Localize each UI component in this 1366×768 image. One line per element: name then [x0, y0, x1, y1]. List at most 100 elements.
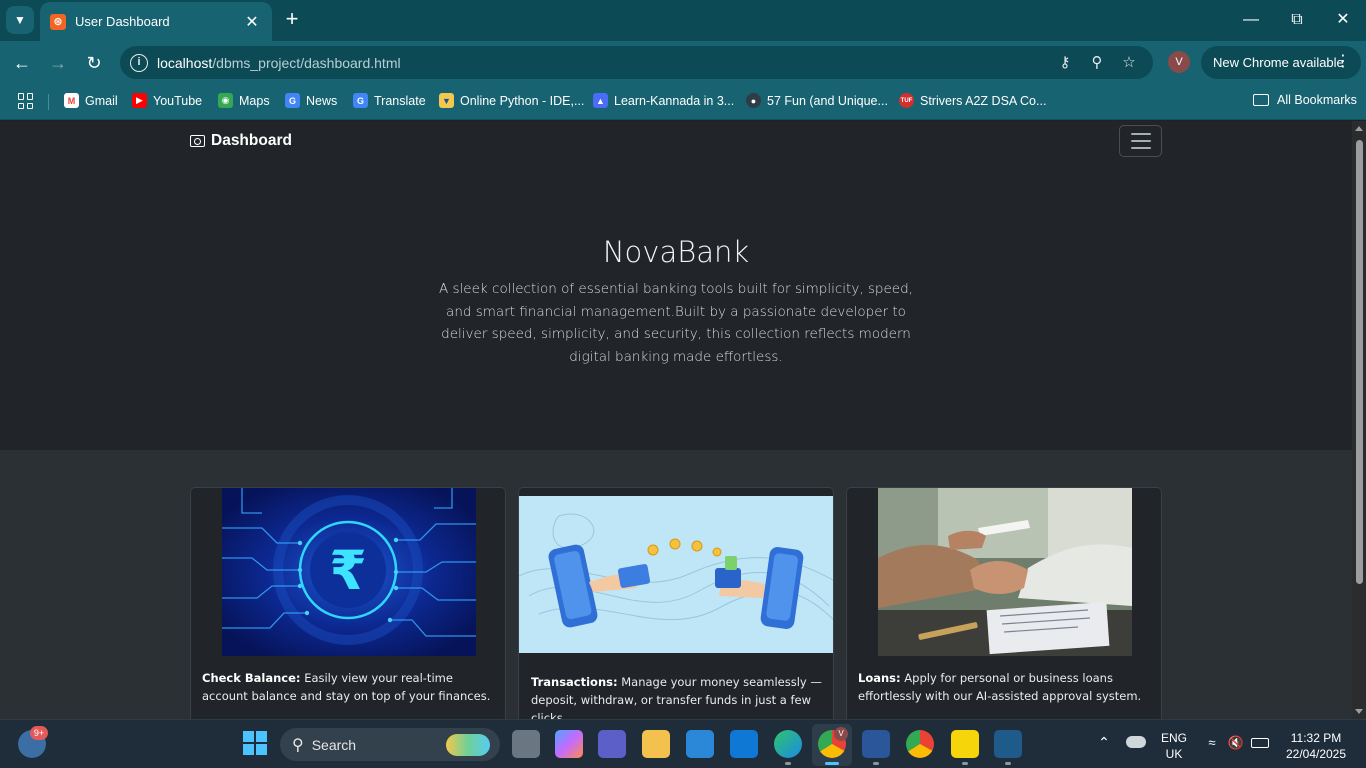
apps-grid-icon[interactable] [18, 93, 34, 109]
bookmark-label: Gmail [85, 93, 118, 108]
bookmark-label: News [306, 93, 338, 108]
onedrive-cloud-icon[interactable] [1126, 736, 1146, 748]
back-button[interactable]: ← [8, 49, 36, 77]
word-icon[interactable] [862, 730, 890, 758]
all-bookmarks-label: All Bookmarks [1277, 93, 1357, 107]
bookmark-label: Strivers A2Z DSA Co... [920, 93, 1047, 108]
youtube-icon: ▶ [132, 93, 147, 108]
menu-dots-icon[interactable]: ⋮ [1335, 53, 1351, 71]
restore-button[interactable]: ⧉ [1282, 8, 1312, 32]
bookmark-label: Translate [374, 93, 426, 108]
new-chrome-available-button[interactable]: New Chrome available ⋮ [1201, 46, 1361, 79]
camera-icon [190, 135, 205, 147]
forward-button[interactable]: → [44, 49, 72, 77]
bookmarks-divider [48, 94, 49, 110]
bookmark-star-icon[interactable]: ☆ [1119, 53, 1139, 73]
card-title: Check Balance: [202, 671, 301, 685]
hero-section: NovaBank A sleek collection of essential… [0, 161, 1352, 450]
zoom-icon[interactable]: ⚲ [1087, 53, 1107, 73]
navbar: Dashboard [0, 121, 1352, 161]
sticky-notes-icon[interactable] [951, 730, 979, 758]
wifi-icon[interactable]: ≈ [1203, 735, 1221, 751]
volume-muted-icon[interactable]: 🔇 [1227, 735, 1245, 751]
search-icon: ⚲ [292, 736, 304, 754]
handshake-image [878, 488, 1132, 656]
active-indicator [825, 762, 839, 765]
file-explorer-icon[interactable] [642, 730, 670, 758]
minimize-button[interactable]: — [1236, 8, 1266, 32]
close-tab-icon[interactable]: ✕ [242, 12, 262, 32]
copilot-icon[interactable] [555, 730, 583, 758]
new-tab-button[interactable]: + [280, 8, 304, 32]
profile-avatar[interactable]: V [1168, 51, 1190, 73]
card-transactions: Transactions: Manage your money seamless… [518, 487, 834, 719]
url-host: localhost [157, 54, 213, 71]
language-indicator[interactable]: ENG UK [1160, 730, 1188, 762]
phones-transfer-image [519, 496, 833, 653]
windows-start-icon[interactable] [242, 730, 270, 758]
bookmark-57-fun[interactable]: ● 57 Fun (and Unique... [746, 93, 888, 108]
running-indicator [785, 762, 791, 765]
running-indicator [962, 762, 968, 765]
tab-user-dashboard[interactable]: ⊛ User Dashboard ✕ [40, 2, 272, 41]
task-view-icon[interactable] [512, 730, 540, 758]
bookmark-gmail[interactable]: M Gmail [64, 93, 118, 108]
bookmarks-bar: M Gmail ▶ YouTube ◉ Maps G News G Transl… [0, 84, 1366, 120]
show-hidden-icons-chevron-icon[interactable]: ⌃ [1096, 734, 1112, 750]
site-info-icon[interactable]: i [130, 53, 148, 72]
running-indicator [873, 762, 879, 765]
tab-strip: ▼ ⊛ User Dashboard ✕ + — ⧉ ✕ [0, 0, 1366, 41]
mail-icon[interactable] [730, 730, 758, 758]
tab-title: User Dashboard [75, 14, 170, 29]
language-label: ENG [1160, 731, 1187, 745]
address-bar[interactable]: i localhost/dbms_project/dashboard.html … [120, 46, 1153, 79]
scroll-up-icon[interactable] [1355, 126, 1363, 131]
xampp-favicon-icon: ⊛ [50, 13, 66, 30]
navbar-brand[interactable]: Dashboard [190, 132, 292, 150]
news-icon: G [285, 93, 300, 108]
battery-icon[interactable] [1251, 738, 1269, 748]
scroll-thumb[interactable] [1356, 140, 1363, 584]
windows-taskbar: 9+ ⚲ Search V ⌃ ENG UK ≈ 🔇 11:32 PM 22/0… [0, 719, 1366, 768]
card-loans: Loans: Apply for personal or business lo… [846, 487, 1162, 719]
scroll-down-icon[interactable] [1355, 709, 1363, 714]
bookmark-label: Learn-Kannada in 3... [614, 93, 735, 108]
update-label: New Chrome available [1213, 55, 1344, 70]
hero-title: NovaBank [602, 235, 750, 269]
reload-button[interactable]: ↻ [80, 49, 108, 77]
bookmark-label: YouTube [153, 93, 203, 108]
card-title: Transactions: [531, 675, 618, 689]
bookmark-translate[interactable]: G Translate [353, 93, 426, 108]
python-icon: ▼ [439, 93, 454, 108]
maps-icon: ◉ [218, 93, 233, 108]
tab-search-button[interactable]: ▼ [6, 6, 34, 34]
navbar-toggler-button[interactable] [1119, 125, 1162, 157]
bookmark-youtube[interactable]: ▶ YouTube [132, 93, 202, 108]
browser-toolbar: ← → ↻ i localhost/dbms_project/dashboard… [0, 41, 1366, 84]
region-label: UK [1165, 747, 1183, 761]
kannada-icon: ▲ [593, 93, 608, 108]
bookmark-strivers[interactable]: TUF Strivers A2Z DSA Co... [899, 93, 1046, 108]
bookmark-maps[interactable]: ◉ Maps [218, 93, 270, 108]
teams-icon[interactable] [598, 730, 626, 758]
clock[interactable]: 11:32 PM 22/04/2025 [1280, 730, 1352, 762]
running-indicator [1005, 762, 1011, 765]
bookmark-label: Online Python - IDE,... [460, 93, 585, 108]
globe-icon: ● [746, 93, 761, 108]
bookmark-label: Maps [239, 93, 270, 108]
close-window-button[interactable]: ✕ [1328, 8, 1358, 32]
features-section: ₹ Check Balance: Easily view your real-t… [0, 450, 1352, 719]
microsoft-store-icon[interactable] [686, 730, 714, 758]
taskbar-search[interactable]: ⚲ Search [280, 728, 500, 761]
page-scrollbar[interactable] [1352, 121, 1366, 719]
edge-icon[interactable] [774, 730, 802, 758]
card-check-balance: ₹ Check Balance: Easily view your real-t… [190, 487, 506, 719]
chrome-second-icon[interactable] [906, 730, 934, 758]
card-title: Loans: [858, 671, 901, 685]
bookmark-online-python[interactable]: ▼ Online Python - IDE,... [439, 93, 584, 108]
all-bookmarks-button[interactable]: All Bookmarks [1253, 93, 1357, 107]
mysql-workbench-icon[interactable] [994, 730, 1022, 758]
bookmark-learn-kannada[interactable]: ▲ Learn-Kannada in 3... [593, 93, 734, 108]
password-key-icon[interactable]: ⚷ [1055, 53, 1075, 73]
bookmark-news[interactable]: G News [285, 93, 337, 108]
